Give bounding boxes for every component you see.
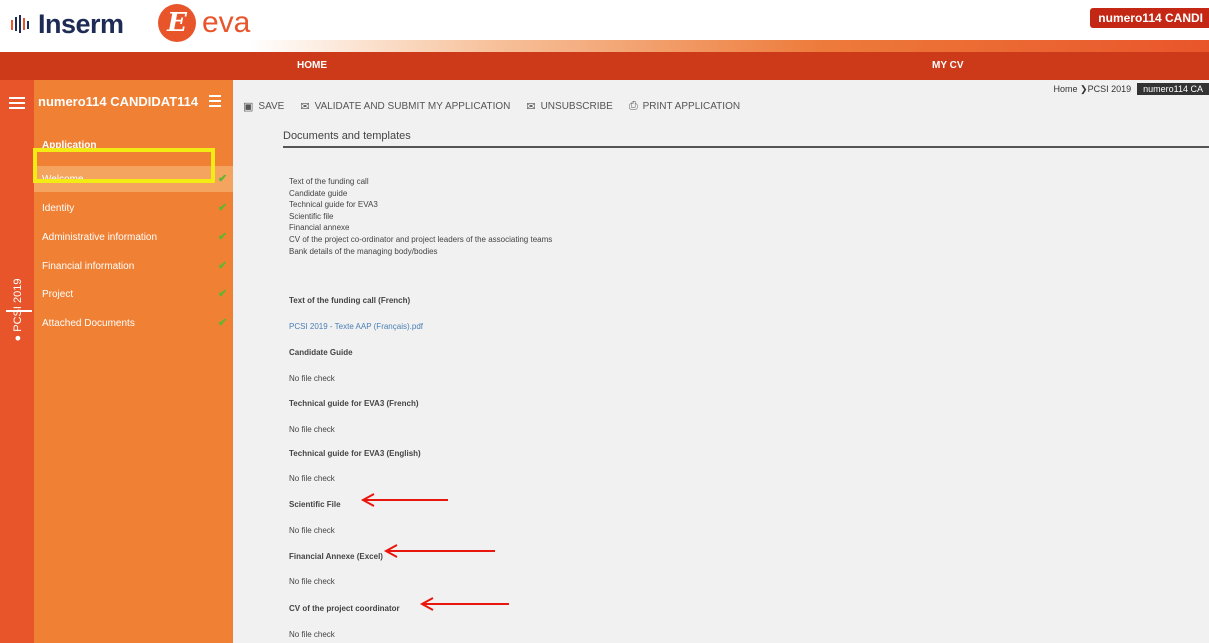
field-heading-cv-coordinator: CV of the project coordinator bbox=[289, 604, 400, 613]
nav-my-cv-link[interactable]: MY CV bbox=[932, 52, 964, 80]
check-icon: ✔ bbox=[218, 317, 228, 329]
annotation-arrow-icon bbox=[419, 597, 509, 611]
save-button[interactable]: ▣ SAVE bbox=[243, 100, 284, 113]
toolbar: ▣ SAVE ✉ VALIDATE AND SUBMIT MY APPLICAT… bbox=[243, 100, 756, 113]
sidebar-item-administrative-information[interactable]: Administrative information ✔ bbox=[34, 224, 233, 250]
sidebar-item-financial-information[interactable]: Financial information ✔ bbox=[34, 253, 233, 279]
unsubscribe-button[interactable]: ✉ UNSUBSCRIBE bbox=[526, 100, 612, 113]
printer-icon: ⎙ bbox=[628, 100, 638, 112]
unsubscribe-label: UNSUBSCRIBE bbox=[540, 101, 613, 112]
rail-hamburger-icon[interactable] bbox=[9, 94, 25, 112]
list-item: Bank details of the managing body/bodies bbox=[289, 246, 438, 256]
sidebar-item-label: Financial information bbox=[42, 261, 135, 272]
eva-logo-letter: E bbox=[167, 8, 187, 38]
eva-app-name: eva bbox=[202, 6, 251, 39]
field-heading-financial-annexe: Financial Annexe (Excel) bbox=[289, 552, 383, 561]
check-icon: ✔ bbox=[218, 231, 228, 243]
sidebar-item-label: Administrative information bbox=[42, 232, 158, 243]
check-icon: ✔ bbox=[218, 288, 228, 300]
eva-logo[interactable]: E eva bbox=[158, 4, 250, 42]
funding-call-pdf-link[interactable]: PCSI 2019 - Texte AAP (Français).pdf bbox=[289, 322, 423, 331]
main-content: Home ❯PCSI 2019 numero114 CA ▣ SAVE ✉ VA… bbox=[233, 80, 1209, 643]
sidebar-item-label: Identity bbox=[42, 203, 75, 214]
field-heading-scientific-file: Scientific File bbox=[289, 500, 341, 509]
field-value-cv-coordinator: No file check bbox=[289, 630, 335, 639]
field-heading-candidate-guide: Candidate Guide bbox=[289, 348, 353, 357]
header-gradient-stripe bbox=[250, 40, 1209, 52]
validate-submit-label: VALIDATE AND SUBMIT MY APPLICATION bbox=[314, 101, 511, 112]
panel-divider bbox=[283, 146, 1209, 148]
breadcrumb-path[interactable]: Home ❯PCSI 2019 bbox=[1054, 84, 1132, 95]
left-rail: ● PCSI 2019 bbox=[0, 80, 34, 643]
list-item: CV of the project co-ordinator and proje… bbox=[289, 234, 553, 244]
breadcrumb: Home ❯PCSI 2019 numero114 CA bbox=[1054, 82, 1209, 96]
envelope-icon: ✉ bbox=[300, 101, 310, 113]
eva-circle-icon: E bbox=[158, 4, 196, 42]
field-value-scientific-file: No file check bbox=[289, 526, 335, 535]
inserm-bars-icon bbox=[11, 15, 29, 33]
sidebar-header: numero114 CANDIDAT114 bbox=[34, 80, 233, 120]
rail-divider bbox=[6, 310, 32, 312]
nav-home-link[interactable]: HOME bbox=[297, 52, 327, 80]
inserm-logo: Inserm bbox=[10, 6, 124, 42]
annotation-arrow-icon bbox=[383, 544, 495, 558]
field-value-candidate-guide: No file check bbox=[289, 374, 335, 383]
main-nav: HOME MY CV bbox=[0, 52, 1209, 80]
app-header: Inserm E eva numero114 CANDI bbox=[0, 0, 1209, 52]
field-value-technical-guide-french: No file check bbox=[289, 425, 335, 434]
annotation-highlight-box bbox=[33, 148, 215, 183]
user-menu-button[interactable]: numero114 CANDI bbox=[1090, 8, 1209, 28]
field-heading-funding-call: Text of the funding call (French) bbox=[289, 296, 411, 305]
list-item: Text of the funding call bbox=[289, 177, 369, 186]
documents-list: Text of the funding call Candidate guide… bbox=[289, 176, 552, 257]
field-heading-technical-guide-french: Technical guide for EVA3 (French) bbox=[289, 399, 419, 408]
list-item: Candidate guide bbox=[289, 188, 348, 198]
inserm-brand-text: Inserm bbox=[38, 8, 124, 39]
field-heading-technical-guide-english: Technical guide for EVA3 (English) bbox=[289, 449, 421, 458]
field-value-financial-annexe: No file check bbox=[289, 577, 335, 586]
print-application-label: PRINT APPLICATION bbox=[642, 101, 741, 112]
field-value-technical-guide-english: No file check bbox=[289, 474, 335, 483]
check-icon: ✔ bbox=[218, 202, 228, 214]
sidebar-item-project[interactable]: Project ✔ bbox=[34, 281, 233, 307]
validate-submit-button[interactable]: ✉ VALIDATE AND SUBMIT MY APPLICATION bbox=[300, 100, 510, 113]
list-item: Financial annexe bbox=[289, 223, 350, 233]
envelope-icon: ✉ bbox=[526, 101, 536, 113]
list-item: Scientific file bbox=[289, 211, 334, 221]
check-icon: ✔ bbox=[218, 260, 228, 272]
list-item: Technical guide for EVA3 bbox=[289, 200, 378, 210]
sidebar-item-identity[interactable]: Identity ✔ bbox=[34, 195, 233, 221]
floppy-disk-icon: ▣ bbox=[243, 101, 254, 113]
sidebar-hamburger-icon[interactable] bbox=[209, 92, 221, 110]
check-icon: ✔ bbox=[218, 173, 228, 185]
annotation-arrow-icon bbox=[360, 493, 448, 507]
sidebar-user-name: numero114 CANDIDAT114 bbox=[38, 94, 199, 109]
sidebar-item-attached-documents[interactable]: Attached Documents ✔ bbox=[34, 310, 233, 336]
panel-title: Documents and templates bbox=[283, 130, 411, 142]
sidebar-item-label: Attached Documents bbox=[42, 318, 135, 329]
save-button-label: SAVE bbox=[258, 101, 285, 112]
breadcrumb-current: numero114 CA bbox=[1137, 83, 1209, 95]
sidebar-item-label: Project bbox=[42, 289, 74, 300]
print-application-button[interactable]: ⎙ PRINT APPLICATION bbox=[629, 100, 740, 113]
